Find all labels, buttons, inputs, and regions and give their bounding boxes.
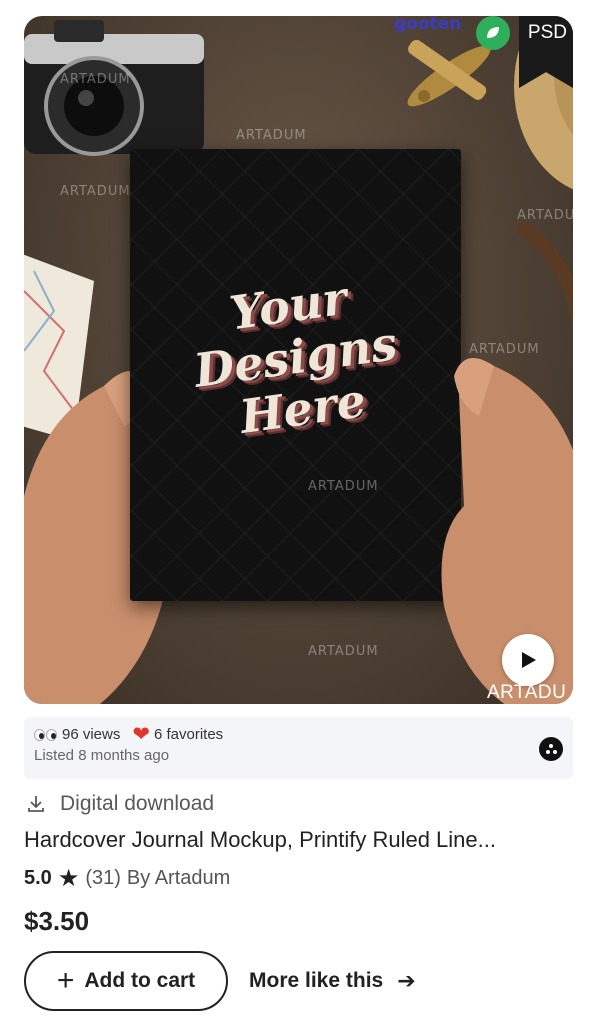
eyes-icon	[34, 728, 57, 741]
favorites-count: 6 favorites	[153, 726, 224, 743]
seller-name[interactable]: By Artadum	[127, 867, 230, 890]
psd-badge: PSD	[527, 22, 567, 43]
views-count: 96 views	[62, 726, 121, 743]
watermark: ARTADUM	[517, 208, 573, 223]
right-hand-illustration	[441, 358, 573, 704]
listing-image[interactable]: gooten PSD ARTADUM ARTADUM ARTADUM ARTAD…	[24, 16, 573, 704]
listed-date: Listed 8 months ago	[34, 747, 170, 764]
watermark: ARTADU	[487, 682, 567, 703]
add-to-cart-label: Add to cart	[84, 969, 196, 992]
product-title[interactable]: Hardcover Journal Mockup, Printify Ruled…	[24, 827, 579, 853]
watermark: ARTADUM	[308, 479, 379, 494]
book-cover-text: Your Designs Here	[190, 270, 401, 445]
digital-download-label: Digital download	[26, 792, 214, 816]
more-like-this-label: More like this	[249, 969, 384, 992]
watermark: ARTADUM	[236, 128, 307, 143]
more-options-button[interactable]	[539, 737, 563, 761]
watermark: ARTADUM	[60, 72, 131, 87]
watermark: ARTADUM	[60, 184, 131, 199]
product-type: Digital download	[60, 792, 215, 815]
more-like-this-link[interactable]: More like this ➔	[249, 968, 416, 994]
heart-icon: ❤	[132, 723, 150, 746]
brand-logo: gooten	[394, 16, 462, 34]
review-count[interactable]: (31)	[85, 867, 121, 890]
rating-score: 5.0	[24, 867, 52, 889]
add-to-cart-button[interactable]: + Add to cart	[24, 951, 228, 1011]
leaf-icon	[476, 16, 510, 50]
watermark: ARTADUM	[469, 342, 540, 357]
arrow-right-icon: ➔	[397, 968, 416, 993]
play-video-button[interactable]	[502, 634, 554, 686]
product-price: $3.50	[24, 906, 90, 936]
plus-icon: +	[56, 964, 75, 997]
watermark: ARTADUM	[308, 644, 379, 659]
listing-stats: 96 views ❤ 6 favorites Listed 8 months a…	[24, 717, 573, 779]
journal-mockup: ARTADUM Your Designs Here	[130, 149, 461, 601]
star-icon: ★	[57, 864, 80, 892]
rating-row: 5.0 ★ (31) By Artadum	[24, 864, 230, 892]
download-icon	[28, 796, 44, 812]
play-icon	[522, 652, 536, 668]
